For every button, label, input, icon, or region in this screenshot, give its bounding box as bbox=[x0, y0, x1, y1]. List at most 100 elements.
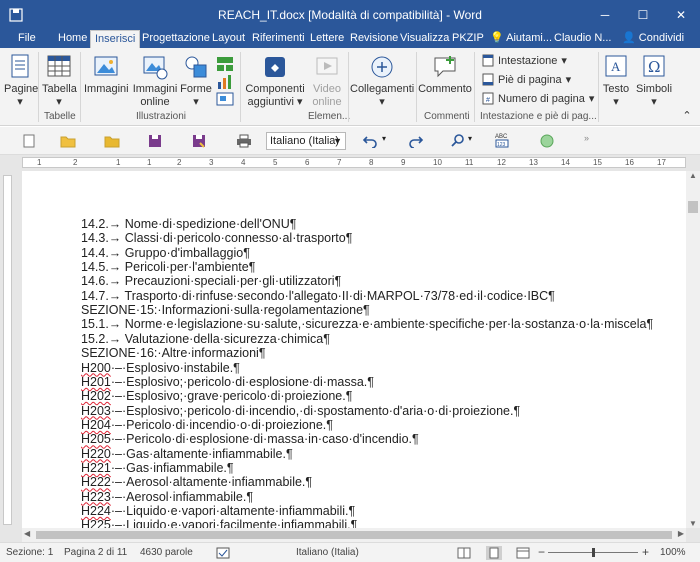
document-line[interactable]: H221·–·Gas·infiammabile.¶ bbox=[81, 461, 234, 475]
find-icon[interactable] bbox=[450, 134, 466, 148]
document-line[interactable]: H222·–·Aerosol·altamente·infiammabile.¶ bbox=[81, 475, 312, 489]
folder-icon[interactable] bbox=[60, 134, 76, 148]
table-label: Tabella bbox=[42, 83, 77, 95]
document-line[interactable]: H203·–·Esplosivo;·pericolo·di·incendio,·… bbox=[81, 404, 520, 418]
save-as-icon[interactable] bbox=[192, 134, 206, 148]
pages-label: Pagine bbox=[4, 83, 39, 95]
tab-visualizza[interactable]: Visualizza bbox=[396, 30, 453, 48]
maximize-button[interactable]: ☐ bbox=[624, 0, 662, 30]
tab-lettere[interactable]: Lettere bbox=[306, 30, 348, 48]
status-language[interactable]: Italiano (Italia) bbox=[296, 547, 359, 558]
document-line[interactable]: 14.7.→ Trasporto·di·rinfuse·secondo·l'al… bbox=[81, 289, 555, 303]
horizontal-ruler[interactable]: 1 2 1 1 2 3 4 5 6 7 8 9 10 11 12 13 14 15 16 17 bbox=[0, 155, 700, 171]
status-page[interactable]: Pagina 2 di 11 bbox=[64, 547, 127, 558]
document-line[interactable]: 14.4.→ Gruppo·d'imballaggio¶ bbox=[81, 246, 250, 260]
online-video-button[interactable]: Video online bbox=[308, 54, 346, 109]
document-line[interactable]: SEZIONE·16:·Altre·informazioni¶ bbox=[81, 346, 266, 360]
save-icon[interactable] bbox=[148, 134, 162, 148]
links-button[interactable]: Collegamenti ▾ bbox=[350, 54, 414, 109]
horizontal-scrollbar[interactable]: ◀ ▶ bbox=[22, 528, 686, 542]
document-line[interactable]: H225·–·Liquido·e·vapori·facilmente·infia… bbox=[81, 518, 357, 528]
zoom-slider-handle[interactable] bbox=[592, 548, 595, 557]
page-number-button[interactable]: # Numero di pagina ▾ bbox=[482, 92, 594, 105]
tab-pkzip[interactable]: PKZIP bbox=[448, 30, 488, 48]
collapse-ribbon-button[interactable]: ⌃ bbox=[680, 110, 694, 123]
symbols-button[interactable]: Ω Simboli ▾ bbox=[636, 54, 672, 109]
chevron-down-icon[interactable]: ▾ bbox=[468, 134, 472, 143]
new-document-icon[interactable] bbox=[22, 134, 36, 148]
tab-progettazione[interactable]: Progettazione bbox=[138, 30, 214, 48]
web-layout-icon[interactable] bbox=[516, 547, 530, 559]
document-line[interactable]: H223·–·Aerosol·infiammabile.¶ bbox=[81, 490, 253, 504]
tell-me-search[interactable]: 💡 Aiutami... bbox=[486, 30, 556, 48]
zoom-out-button[interactable]: − bbox=[538, 545, 545, 559]
share-button[interactable]: 👤 Condividi bbox=[618, 30, 688, 48]
circle-icon[interactable] bbox=[540, 134, 554, 148]
scroll-left-icon[interactable]: ◀ bbox=[24, 529, 30, 538]
proofing-icon[interactable] bbox=[216, 547, 230, 559]
account-name[interactable]: Claudio N... bbox=[550, 30, 615, 48]
document-line[interactable]: H220·–·Gas·altamente·infiammabile.¶ bbox=[81, 447, 293, 461]
spelling-icon[interactable]: ABC 123 bbox=[494, 131, 512, 149]
document-line[interactable]: H200·–·Esplosivo·instabile.¶ bbox=[81, 361, 240, 375]
scroll-down-icon[interactable]: ▼ bbox=[689, 519, 697, 528]
language-select[interactable]: Italiano (Italia) ▼ bbox=[266, 132, 346, 150]
tab-home[interactable]: Home bbox=[54, 30, 91, 48]
vertical-scroll-thumb[interactable] bbox=[688, 201, 698, 213]
chart-button[interactable] bbox=[214, 74, 236, 94]
online-pictures-label-2: online bbox=[140, 96, 170, 108]
zoom-in-button[interactable]: + bbox=[642, 545, 649, 559]
document-line[interactable]: 15.1.→ Norme·e·legislazione·su·salute,·s… bbox=[81, 317, 653, 331]
status-words[interactable]: 4630 parole bbox=[140, 547, 193, 558]
scroll-up-icon[interactable]: ▲ bbox=[689, 171, 697, 180]
screenshot-button[interactable] bbox=[214, 92, 236, 110]
document-line[interactable]: H204·–·Pericolo·di·incendio·o·di·proiezi… bbox=[81, 418, 333, 432]
chevron-down-icon[interactable]: ▾ bbox=[382, 134, 386, 143]
close-button[interactable]: ✕ bbox=[662, 0, 700, 30]
minimize-button[interactable]: ─ bbox=[586, 0, 624, 30]
document-line[interactable]: H201·–·Esplosivo;·pericolo·di·esplosione… bbox=[81, 375, 374, 389]
tab-revisione[interactable]: Revisione bbox=[346, 30, 402, 48]
document-page[interactable]: 14.2.→ Nome·di·spedizione·dell'ONU¶ 14.3.… bbox=[22, 171, 686, 528]
print-icon[interactable] bbox=[236, 134, 252, 148]
document-line[interactable]: H202·–·Esplosivo;·grave·pericolo·di·proi… bbox=[81, 389, 352, 403]
shapes-button[interactable]: Forme ▾ bbox=[180, 54, 212, 109]
customize-qat-icon[interactable]: » bbox=[584, 133, 589, 143]
document-line[interactable]: 15.2.→ Valutazione·della·sicurezza·chimi… bbox=[81, 332, 330, 346]
undo-icon[interactable] bbox=[362, 134, 378, 148]
document-line[interactable]: 14.5.→ Pericoli·per·l'ambiente¶ bbox=[81, 260, 255, 274]
tab-riferimenti[interactable]: Riferimenti bbox=[248, 30, 309, 48]
pages-button[interactable]: Pagine ▾ bbox=[4, 54, 39, 109]
read-mode-icon[interactable] bbox=[457, 547, 471, 559]
zoom-level[interactable]: 100% bbox=[660, 547, 686, 558]
addins-button[interactable]: Componenti aggiuntivi ▾ bbox=[244, 54, 306, 109]
line-text: ·–·Esplosivo;·grave·pericolo·di·proiezio… bbox=[110, 389, 353, 404]
online-pictures-button[interactable]: Immagini online bbox=[132, 54, 178, 109]
smartart-button[interactable] bbox=[214, 56, 236, 76]
footer-label: Piè di pagina bbox=[498, 73, 562, 86]
horizontal-scroll-thumb[interactable] bbox=[36, 531, 672, 539]
header-button[interactable]: Intestazione ▾ bbox=[482, 54, 567, 67]
document-line[interactable]: 14.3.→ Classi·di·pericolo·connesso·al·tr… bbox=[81, 231, 352, 245]
text-button[interactable]: A Testo ▾ bbox=[600, 54, 632, 109]
footer-button[interactable]: Piè di pagina ▾ bbox=[482, 73, 571, 86]
document-line[interactable]: 14.6.→ Precauzioni·speciali·per·gli·util… bbox=[81, 274, 341, 288]
tab-file[interactable]: File bbox=[14, 30, 40, 48]
vertical-ruler[interactable] bbox=[0, 171, 16, 528]
tab-inserisci[interactable]: Inserisci bbox=[90, 30, 141, 48]
group-label-elementi: Elemen... bbox=[308, 111, 351, 122]
document-line[interactable]: 14.2.→ Nome·di·spedizione·dell'ONU¶ bbox=[81, 217, 296, 231]
document-line[interactable]: H205·–·Pericolo·di·esplosione·di·massa·i… bbox=[81, 432, 419, 446]
comment-button[interactable]: Commento bbox=[418, 54, 472, 96]
document-line[interactable]: SEZIONE·15:·Informazioni·sulla·regolamen… bbox=[81, 303, 370, 317]
redo-icon[interactable] bbox=[408, 134, 424, 148]
tab-layout[interactable]: Layout bbox=[208, 30, 249, 48]
vertical-scrollbar[interactable]: ▲ ▼ bbox=[686, 171, 700, 528]
document-line[interactable]: H224·–·Liquido·e·vapori·altamente·infiam… bbox=[81, 504, 355, 518]
status-section[interactable]: Sezione: 1 bbox=[6, 547, 53, 558]
scroll-right-icon[interactable]: ▶ bbox=[678, 529, 684, 538]
table-button[interactable]: Tabella ▾ bbox=[42, 54, 77, 109]
print-layout-icon[interactable] bbox=[486, 546, 502, 560]
open-folder-icon[interactable] bbox=[104, 134, 120, 148]
pictures-button[interactable]: Immagini bbox=[84, 54, 129, 96]
